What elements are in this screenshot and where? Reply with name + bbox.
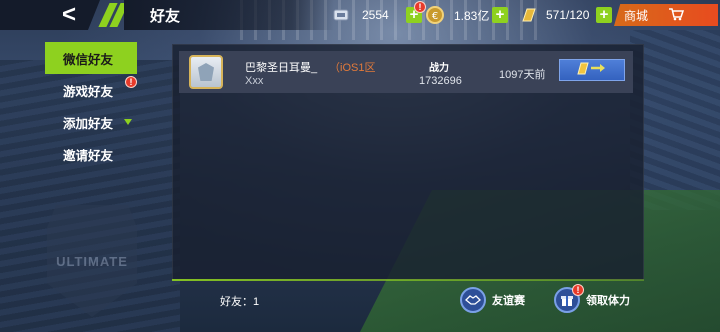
claim-stamina-label: 领取体力 xyxy=(586,295,630,307)
sidebar-item-game-friends[interactable]: 游戏好友 ! xyxy=(45,74,137,106)
sidebar-item-label: 邀请好友 xyxy=(63,148,114,163)
avatar xyxy=(189,55,223,89)
sidebar-item-wechat-friends[interactable]: 微信好友 xyxy=(45,42,137,74)
friendly-match-label: 友谊赛 xyxy=(492,295,525,307)
friend-list-item[interactable]: 巴黎圣日耳曼_ （iOS1区 Xxx 战力 1732696 1097天前 xyxy=(179,51,633,93)
page-title: 好友 xyxy=(124,0,334,30)
add-energy-button[interactable]: + xyxy=(596,7,612,23)
friend-server: （iOS1区 xyxy=(329,62,376,74)
friend-count: 好友：1 xyxy=(220,296,260,308)
ticket-icon xyxy=(330,5,352,25)
coin-count: 1.83亿 xyxy=(454,8,490,23)
ticket-count: 2554 xyxy=(362,8,389,22)
shop-label: 商城 xyxy=(624,8,649,23)
accent-slashes xyxy=(98,3,129,27)
cart-icon xyxy=(668,7,685,24)
friend-subtitle: Xxx xyxy=(245,75,264,87)
handshake-icon xyxy=(460,287,486,313)
friend-name: 巴黎圣日耳曼_ xyxy=(245,62,318,74)
add-ticket-button[interactable]: + ! xyxy=(406,1,426,23)
sidebar-item-add-friend[interactable]: 添加好友 xyxy=(45,106,137,138)
bottom-bar: 好友：1 友谊赛 ! 领取体力 xyxy=(172,283,644,317)
gift-stamina-icon: ! xyxy=(554,284,584,313)
back-button[interactable]: < xyxy=(0,0,100,30)
dropdown-arrow-icon xyxy=(124,119,132,125)
panel-divider xyxy=(172,279,644,281)
energy-icon xyxy=(518,5,540,25)
coin-icon: € xyxy=(424,5,446,25)
energy-count: 571/120 xyxy=(546,8,590,22)
coin-resource: € 1.83亿 + xyxy=(424,5,508,25)
send-stamina-button[interactable] xyxy=(559,59,625,81)
friend-list-panel: 巴黎圣日耳曼_ （iOS1区 Xxx 战力 1732696 1097天前 xyxy=(172,44,644,280)
chevron-left-icon: < xyxy=(62,1,77,28)
sidebar: 微信好友 游戏好友 ! 添加好友 邀请好友 xyxy=(45,42,137,170)
last-seen: 1097天前 xyxy=(499,69,546,81)
top-bar: < 好友 2554 + ! € 1.83亿 + 571/120 + 商城 xyxy=(0,0,720,32)
ticket-resource: 2554 + ! xyxy=(330,1,426,25)
game-friends-alert-badge: ! xyxy=(125,76,137,88)
svg-text:€: € xyxy=(432,11,438,22)
claim-stamina-alert-badge: ! xyxy=(572,284,584,296)
friendly-match-button[interactable]: 友谊赛 xyxy=(460,286,546,314)
energy-arrow-icon xyxy=(574,60,610,81)
shop-button[interactable]: 商城 xyxy=(614,4,718,26)
sidebar-item-invite-friends[interactable]: 邀请好友 xyxy=(45,138,137,170)
power-label: 战力 xyxy=(429,63,449,74)
add-coin-button[interactable]: + xyxy=(492,7,508,23)
energy-resource: 571/120 + xyxy=(518,5,612,25)
sidebar-item-label: 游戏好友 xyxy=(63,84,114,99)
sidebar-item-label: 微信好友 xyxy=(63,52,114,67)
claim-stamina-button[interactable]: ! 领取体力 xyxy=(554,284,644,314)
power-value: 1732696 xyxy=(419,75,462,87)
sidebar-item-label: 添加好友 xyxy=(63,116,114,131)
